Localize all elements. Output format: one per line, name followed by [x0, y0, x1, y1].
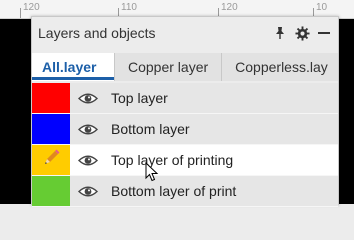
layer-color-swatch[interactable]: [32, 114, 70, 144]
layer-name: Bottom layer of print: [111, 183, 237, 199]
layer-row-top-silkscreen[interactable]: Top layer of printing: [32, 145, 338, 176]
layer-tabs: All.layer Copper layer Copperless.lay: [32, 53, 338, 81]
eye-icon[interactable]: [78, 91, 100, 105]
pcb-canvas[interactable]: [337, 19, 354, 204]
gear-icon[interactable]: [294, 25, 310, 41]
ruler-tick: [20, 8, 21, 18]
layer-name: Top layer: [111, 90, 168, 106]
layer-row-bottom-silkscreen[interactable]: Bottom layer of print: [32, 176, 338, 207]
tab-all-layer[interactable]: All.layer: [32, 53, 114, 81]
layer-row-top-layer[interactable]: Top layer: [32, 83, 338, 114]
tab-copper-layer[interactable]: Copper layer: [114, 53, 222, 81]
layer-color-swatch[interactable]: [32, 176, 70, 206]
layer-color-swatch[interactable]: [32, 83, 70, 113]
eye-icon[interactable]: [78, 184, 100, 198]
panel-title: Layers and objects: [38, 25, 156, 41]
layers-panel: Layers and objects All.layer Copper laye…: [31, 16, 339, 207]
ruler-label: 120: [23, 2, 40, 13]
pin-icon[interactable]: [272, 25, 288, 41]
layer-color-swatch[interactable]: [32, 145, 70, 175]
tab-label: Copper layer: [128, 59, 209, 75]
ruler-label: 10: [316, 2, 328, 13]
layer-name: Bottom layer: [111, 121, 190, 137]
layer-list: Top layer Bottom layer Top layer of prin…: [32, 83, 338, 207]
tab-copperless-layer[interactable]: Copperless.lay: [221, 53, 338, 81]
tab-label: Copperless.lay: [235, 59, 328, 75]
eye-icon[interactable]: [78, 122, 100, 136]
ruler-label: 110: [121, 2, 137, 13]
tab-label: All.layer: [42, 59, 97, 75]
pencil-icon: [41, 148, 61, 173]
mouse-cursor-icon: [145, 162, 159, 182]
minimize-icon[interactable]: [316, 25, 332, 41]
ruler-label: 120: [221, 2, 238, 13]
layer-row-bottom-layer[interactable]: Bottom layer: [32, 114, 338, 145]
layer-name: Top layer of printing: [111, 152, 234, 168]
pcb-canvas[interactable]: [0, 19, 31, 204]
panel-toolbar: [272, 25, 332, 41]
eye-icon[interactable]: [78, 153, 100, 167]
